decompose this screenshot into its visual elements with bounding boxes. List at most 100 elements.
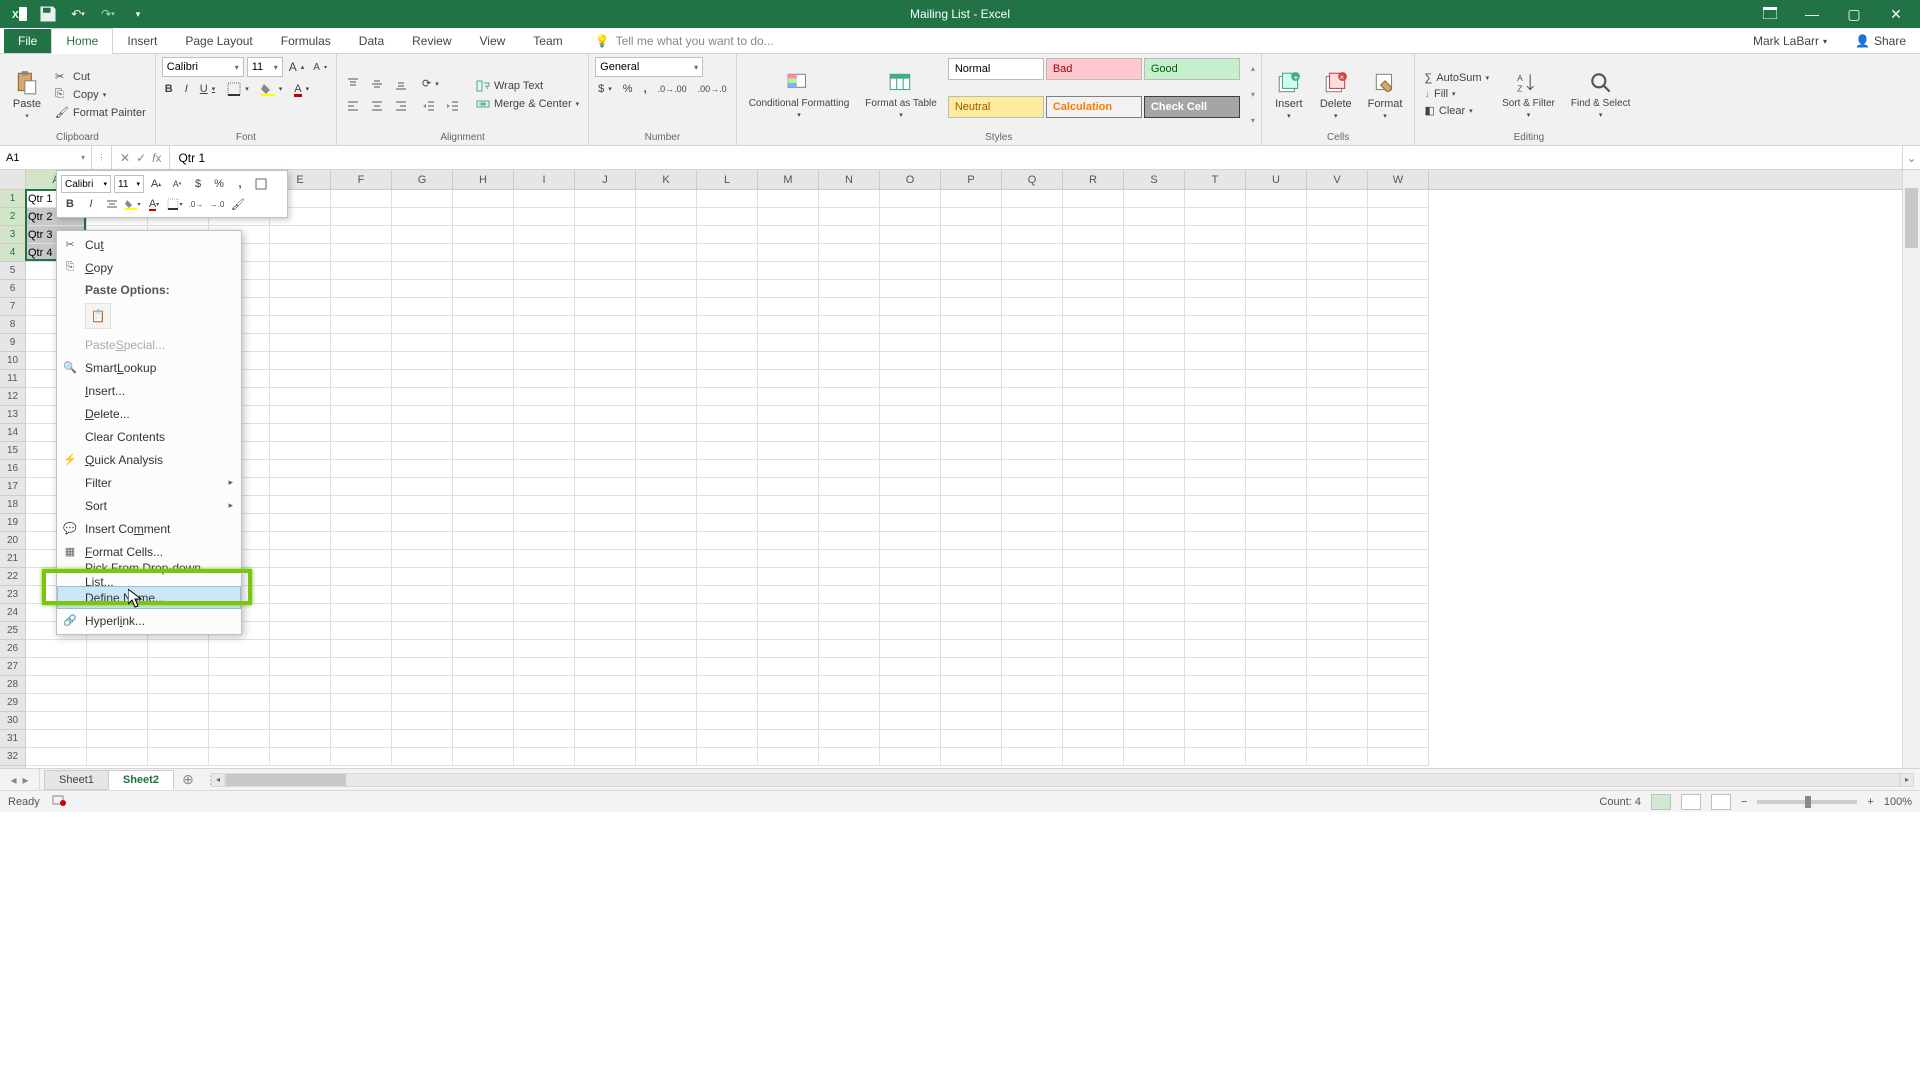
col-header-N[interactable]: N [819,170,880,189]
fill-color-button[interactable]: ▾ [258,81,286,97]
mini-size-combo[interactable]: 11▾ [114,175,144,193]
new-sheet-button[interactable]: ⊕ [177,769,199,790]
align-left-button[interactable] [343,98,363,114]
decrease-font-button[interactable]: A▾ [310,57,330,77]
styles-scroll-up[interactable]: ▴ [1251,64,1255,73]
name-box-expand[interactable]: ⋮ [92,146,112,169]
mini-increase-font[interactable]: A▴ [147,175,165,193]
tab-data[interactable]: Data [345,29,398,53]
border-button[interactable]: ▾ [224,81,252,97]
col-header-S[interactable]: S [1124,170,1185,189]
cm-insert[interactable]: Insert... [57,379,241,402]
style-calculation[interactable]: Calculation [1046,96,1142,118]
maximize-icon[interactable]: ▢ [1842,6,1866,23]
align-bottom-button[interactable] [391,76,411,92]
decrease-indent-button[interactable] [419,98,439,114]
row-header-27[interactable]: 27 [0,658,25,676]
cm-paste-special[interactable]: Paste Special... [57,333,241,356]
style-check-cell[interactable]: Check Cell [1144,96,1240,118]
style-bad[interactable]: Bad [1046,58,1142,80]
row-header-28[interactable]: 28 [0,676,25,694]
share-button[interactable]: 👤 Share [1841,29,1920,53]
mini-decrease-font[interactable]: A▾ [168,175,186,193]
ribbon-display-icon[interactable] [1758,6,1782,22]
merge-center-button[interactable]: Merge & Center▾ [473,96,582,112]
format-as-table-button[interactable]: Format as Table▾ [859,57,943,132]
row-header-17[interactable]: 17 [0,478,25,496]
row-header-8[interactable]: 8 [0,316,25,334]
redo-icon[interactable]: ↷▾ [98,4,118,24]
cm-insert-comment[interactable]: Insert Comment💬 [57,517,241,540]
zoom-out[interactable]: − [1741,796,1747,808]
align-center-button[interactable] [367,98,387,114]
mini-percent[interactable]: % [210,175,228,193]
cm-smart-lookup[interactable]: Smart Lookup🔍 [57,356,241,379]
column-headers[interactable]: ABCDEFGHIJKLMNOPQRSTUVW [26,170,1902,190]
tab-file[interactable]: File [4,29,51,53]
sort-filter-button[interactable]: AZSort & Filter▾ [1496,57,1561,132]
mini-border-bottom[interactable]: ▾ [166,195,184,213]
row-header-29[interactable]: 29 [0,694,25,712]
row-header-11[interactable]: 11 [0,370,25,388]
find-select-button[interactable]: Find & Select▾ [1565,57,1636,132]
cm-define-name[interactable]: Define Name... [57,586,241,609]
row-header-10[interactable]: 10 [0,352,25,370]
cells-area[interactable]: Qtr 1Qtr 2Qtr 3Qtr 4 [26,190,1902,768]
decrease-decimal-button[interactable]: .00→.0 [695,82,730,96]
insert-function-icon[interactable]: fx [152,151,161,165]
col-header-J[interactable]: J [575,170,636,189]
zoom-in[interactable]: + [1867,796,1873,808]
cm-quick-analysis[interactable]: Quick Analysis⚡ [57,448,241,471]
format-painter-button[interactable]: 🖌Format Painter [52,105,149,121]
col-header-U[interactable]: U [1246,170,1307,189]
sheet-tab-sheet1[interactable]: Sheet1 [44,770,109,790]
font-size-combo[interactable]: 11▾ [247,57,283,77]
cm-filter[interactable]: Filter▸ [57,471,241,494]
macro-record-icon[interactable] [52,793,66,810]
align-right-button[interactable] [391,98,411,114]
row-header-5[interactable]: 5 [0,262,25,280]
tab-view[interactable]: View [466,29,520,53]
mini-comma[interactable]: , [231,175,249,193]
mini-font-color[interactable]: A▾ [145,195,163,213]
row-header-32[interactable]: 32 [0,748,25,766]
zoom-level[interactable]: 100% [1884,796,1912,808]
cut-button[interactable]: ✂Cut [52,69,149,85]
cancel-formula-icon[interactable]: ✕ [120,151,130,165]
row-header-31[interactable]: 31 [0,730,25,748]
style-good[interactable]: Good [1144,58,1240,80]
row-header-18[interactable]: 18 [0,496,25,514]
mini-fill-color[interactable]: ▾ [124,195,142,213]
cm-sort[interactable]: Sort▸ [57,494,241,517]
underline-button[interactable]: U▾ [197,82,218,96]
mini-font-combo[interactable]: Calibri▾ [61,175,111,193]
row-header-7[interactable]: 7 [0,298,25,316]
formula-input[interactable]: Qtr 1 [170,146,1902,169]
tell-me-search[interactable]: 💡 Tell me what you want to do... [585,29,784,53]
row-header-26[interactable]: 26 [0,640,25,658]
percent-format-button[interactable]: % [620,82,636,96]
number-format-combo[interactable]: General▾ [595,57,703,77]
formula-bar-expand[interactable]: ⌄ [1902,146,1920,169]
view-page-break[interactable] [1711,794,1731,810]
hscroll-right[interactable]: ▸ [1900,773,1914,787]
row-header-3[interactable]: 3 [0,226,25,244]
mini-inc-decimal[interactable]: .0→ [187,195,205,213]
col-header-T[interactable]: T [1185,170,1246,189]
row-header-16[interactable]: 16 [0,460,25,478]
font-color-button[interactable]: A▾ [291,82,312,96]
italic-button[interactable]: I [182,82,191,96]
wrap-text-button[interactable]: Wrap Text [473,78,582,94]
tab-page-layout[interactable]: Page Layout [171,29,266,53]
col-header-F[interactable]: F [331,170,392,189]
align-top-button[interactable] [343,76,363,92]
accounting-format-button[interactable]: $▾ [595,82,615,96]
styles-scroll-down[interactable]: ▾ [1251,90,1255,99]
mini-align[interactable] [103,195,121,213]
autosum-button[interactable]: ∑AutoSum▾ [1421,71,1492,85]
select-all-corner[interactable] [0,170,26,190]
qat-customize-icon[interactable]: ▾ [128,4,148,24]
col-header-I[interactable]: I [514,170,575,189]
mini-borders[interactable] [252,175,270,193]
clear-button[interactable]: ◧Clear▾ [1421,103,1492,118]
